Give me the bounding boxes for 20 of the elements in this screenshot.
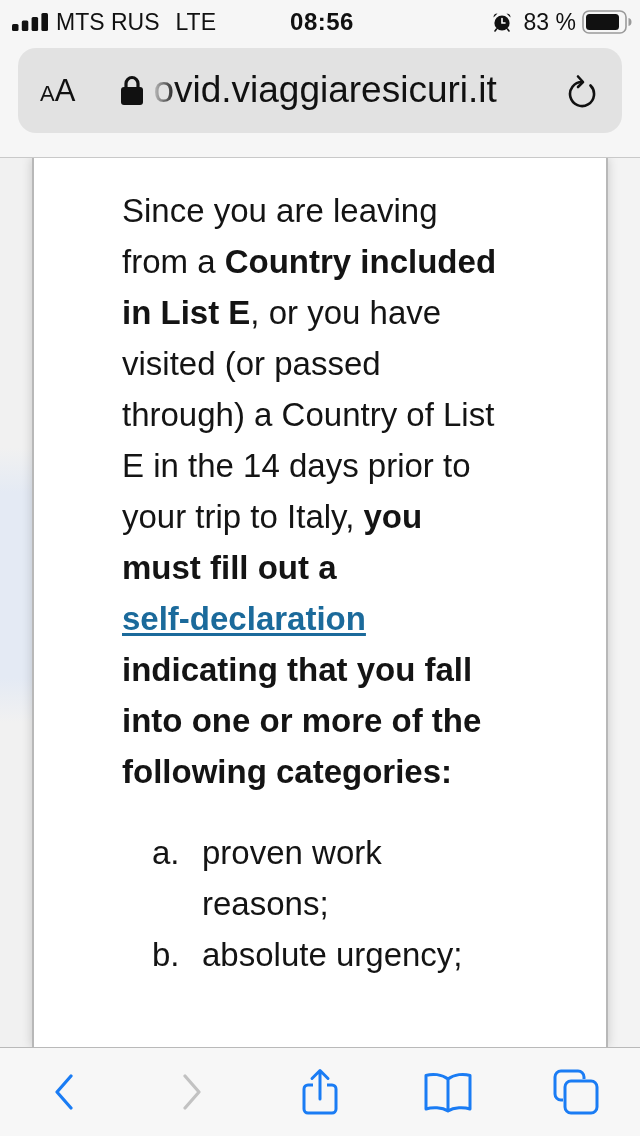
signal-icon: [12, 13, 48, 31]
list-marker: a.: [152, 833, 181, 873]
paragraph-text: Since you are leaving from a Country included in List E, or you have visited (or passed through) a Country of List E in the 14 days prior to your trip to Italy, you must fill out a self-declaration indicating that you fall into one or more of the following categories:: [122, 191, 498, 792]
url-text: ovid.viaggiaresicuri.it: [153, 69, 497, 112]
status-time: 08:56: [290, 10, 354, 34]
list-item-text: absolute urgency;: [202, 935, 464, 975]
reader-text-button[interactable]: AA: [40, 75, 76, 106]
battery-icon: [582, 10, 632, 34]
share-icon[interactable]: [301, 1068, 339, 1116]
network-type: LTE: [175, 10, 216, 34]
overlapping-squares-icon[interactable]: [553, 1069, 599, 1115]
carrier-name: MTS RUS: [56, 10, 160, 34]
address-field[interactable]: AA ovid.viaggiaresicuri.it: [18, 48, 622, 133]
list-item-text: proven work reasons;: [202, 833, 383, 924]
battery-percent: 83 %: [523, 10, 576, 34]
open-book-icon[interactable]: [423, 1071, 473, 1113]
self-declaration-link[interactable]: self-declaration: [122, 600, 366, 637]
reload-icon[interactable]: [566, 73, 598, 108]
list-marker: b.: [152, 935, 181, 975]
chevron-left-icon[interactable]: [54, 1074, 74, 1110]
